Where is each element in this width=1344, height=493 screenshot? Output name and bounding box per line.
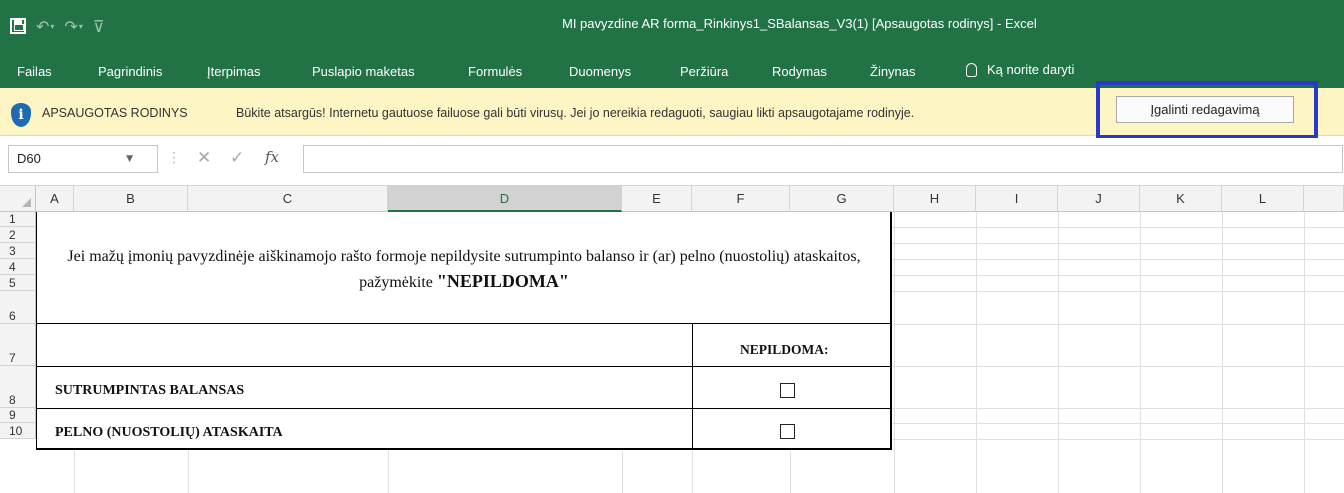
form-divider xyxy=(37,323,892,324)
redo-icon[interactable]: ↷ ▾ xyxy=(64,17,82,36)
name-box-value: D60 xyxy=(17,151,41,166)
column-header-b[interactable]: B xyxy=(74,186,188,212)
row-header-7[interactable]: 7 xyxy=(0,324,36,366)
form-divider xyxy=(692,323,693,449)
column-header-j[interactable]: J xyxy=(1058,186,1140,212)
form-divider xyxy=(37,408,892,409)
tab-perziura[interactable]: Peržiūra xyxy=(680,64,728,79)
highlight-box xyxy=(1096,81,1318,139)
row-header-1[interactable]: 1 xyxy=(0,212,36,227)
enter-check-icon[interactable]: ✓ xyxy=(230,148,244,168)
column-header-f[interactable]: F xyxy=(692,186,790,212)
save-icon[interactable] xyxy=(10,18,26,34)
row-header-9[interactable]: 9 xyxy=(0,408,36,423)
intro-text: Jei mažų įmonių pavyzdinėje aiškinamojo … xyxy=(36,244,892,295)
select-all-corner[interactable] xyxy=(0,186,36,212)
checkbox-balansas[interactable] xyxy=(780,383,795,398)
tell-me-box[interactable]: Ką norite daryti xyxy=(966,62,1074,77)
row-label-balansas: SUTRUMPINTAS BALANSAS xyxy=(55,383,245,398)
intro-emphasis: "NEPILDOMA" xyxy=(436,271,569,291)
window-title: MI pavyzdine AR forma_Rinkinys1_SBalansa… xyxy=(562,16,1037,31)
column-header-d[interactable]: D xyxy=(388,186,622,212)
column-header-k[interactable]: K xyxy=(1140,186,1222,212)
quick-access-toolbar: ↶ ▾ ↷ ▾ ⊽ xyxy=(10,14,115,38)
gridline xyxy=(1222,212,1223,493)
formula-bar-grip-icon: ⋮ xyxy=(167,150,181,166)
tab-formules[interactable]: Formulės xyxy=(468,64,522,79)
formula-input[interactable] xyxy=(303,145,1343,173)
cancel-icon[interactable]: ✕ xyxy=(197,148,211,168)
tab-pagrindinis[interactable]: Pagrindinis xyxy=(98,64,162,79)
column-header-e[interactable]: E xyxy=(622,186,692,212)
form-divider xyxy=(37,366,892,367)
column-header-l[interactable]: L xyxy=(1222,186,1304,212)
column-header-m[interactable] xyxy=(1304,186,1344,212)
checkbox-pelno[interactable] xyxy=(780,424,795,439)
gridline xyxy=(1304,212,1305,493)
protected-view-message: Būkite atsargūs! Internetu gautuose fail… xyxy=(236,106,915,120)
tab-zinynas[interactable]: Žinynas xyxy=(870,64,916,79)
chevron-down-icon[interactable]: ▼ xyxy=(126,146,133,172)
row-header-2[interactable]: 2 xyxy=(0,227,36,243)
row-header-4[interactable]: 4 xyxy=(0,259,36,275)
column-header-c[interactable]: C xyxy=(188,186,388,212)
tab-failas[interactable]: Failas xyxy=(17,64,52,79)
tell-me-label: Ką norite daryti xyxy=(987,62,1075,77)
row-header-8[interactable]: 8 xyxy=(0,366,36,408)
gridline xyxy=(894,212,895,493)
insert-function-icon[interactable]: fx xyxy=(265,148,279,166)
column-header-h[interactable]: H xyxy=(894,186,976,212)
column-header-i[interactable]: I xyxy=(976,186,1058,212)
tab-duomenys[interactable]: Duomenys xyxy=(569,64,631,79)
lightbulb-icon xyxy=(966,62,977,77)
row-header-5[interactable]: 5 xyxy=(0,275,36,291)
row-header-3[interactable]: 3 xyxy=(0,243,36,259)
protected-view-title: APSAUGOTAS RODINYS xyxy=(42,106,188,120)
title-bar: ↶ ▾ ↷ ▾ ⊽ MI pavyzdine AR forma_Rinkinys1_… xyxy=(0,0,1344,54)
row-header-6[interactable]: 6 xyxy=(0,291,36,324)
nepildoma-header: NEPILDOMA: xyxy=(740,342,829,357)
row-header-10[interactable]: 10 xyxy=(0,423,36,439)
name-box[interactable]: D60 ▼ xyxy=(8,145,158,173)
tab-iterpimas[interactable]: Įterpimas xyxy=(207,64,260,79)
row-label-pelno: PELNO (NUOSTOLIŲ) ATASKAITA xyxy=(55,425,283,440)
customize-qat-icon[interactable]: ⊽ xyxy=(93,17,105,36)
gridline xyxy=(976,212,977,493)
column-header-g[interactable]: G xyxy=(790,186,894,212)
undo-icon[interactable]: ↶ ▾ xyxy=(36,17,54,36)
tab-rodymas[interactable]: Rodymas xyxy=(772,64,827,79)
gridline xyxy=(1140,212,1141,493)
gridline xyxy=(1058,212,1059,493)
tab-puslapio-maketas[interactable]: Puslapio maketas xyxy=(312,64,415,79)
column-header-a[interactable]: A xyxy=(36,186,74,212)
